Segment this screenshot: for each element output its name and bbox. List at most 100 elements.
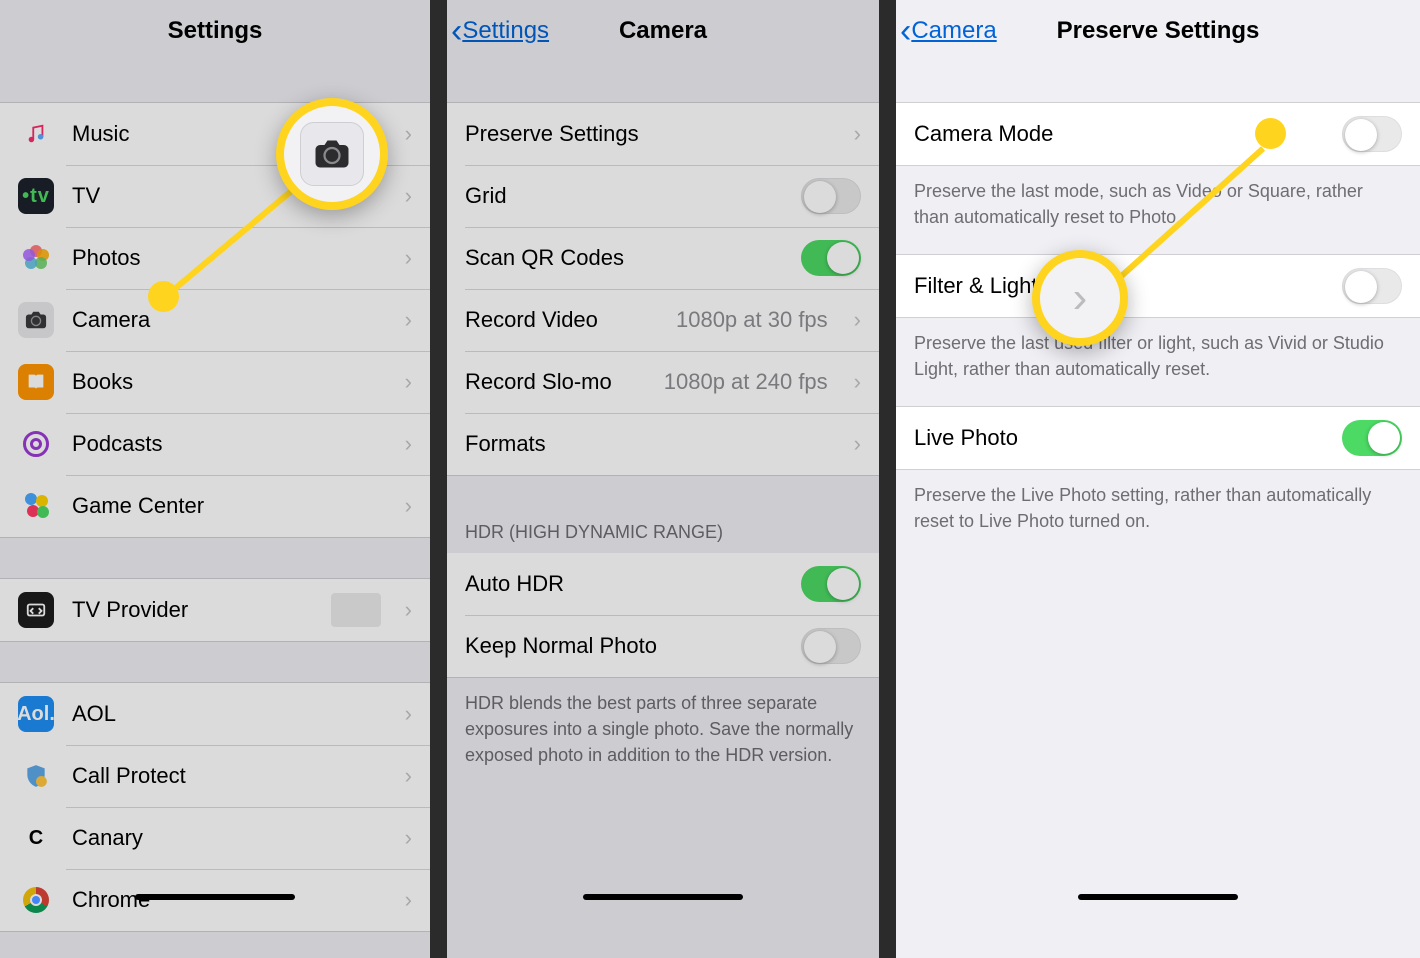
- back-button[interactable]: ‹ Camera: [904, 12, 997, 51]
- row-label: Live Photo: [914, 425, 1324, 451]
- toggle-keep-photo[interactable]: [801, 628, 861, 664]
- row-books[interactable]: Books ›: [0, 351, 430, 413]
- chevron-right-icon: ›: [405, 431, 412, 457]
- chevron-right-icon: ›: [854, 369, 861, 395]
- row-label: Scan QR Codes: [465, 245, 783, 271]
- chevron-right-icon: ›: [405, 763, 412, 789]
- row-grid[interactable]: Grid: [447, 165, 879, 227]
- row-filter-lighting[interactable]: Filter & Lighting: [896, 255, 1420, 317]
- gamecenter-icon: [18, 488, 54, 524]
- row-chrome[interactable]: Chrome ›: [0, 869, 430, 931]
- row-label: Canary: [72, 825, 387, 851]
- camera-mode-footer: Preserve the last mode, such as Video or…: [896, 166, 1420, 230]
- row-scan-qr[interactable]: Scan QR Codes: [447, 227, 879, 289]
- books-icon: [18, 364, 54, 400]
- chevron-right-icon: ›: [405, 825, 412, 851]
- navbar: Settings: [0, 0, 430, 62]
- toggle-camera-mode[interactable]: [1342, 116, 1402, 152]
- settings-panel: Settings Music › •tv TV ›: [0, 0, 430, 958]
- callout-dot: [148, 281, 179, 312]
- toggle-grid[interactable]: [801, 178, 861, 214]
- row-keep-photo[interactable]: Keep Normal Photo: [447, 615, 879, 677]
- row-label: Record Slo-mo: [465, 369, 646, 395]
- filter-group: Filter & Lighting: [896, 254, 1420, 318]
- hdr-footer: HDR blends the best parts of three separ…: [447, 678, 879, 768]
- chevron-left-icon: ‹: [900, 12, 911, 51]
- row-label: Keep Normal Photo: [465, 633, 783, 659]
- row-label: Record Video: [465, 307, 658, 333]
- provider-thumb: [331, 593, 381, 627]
- chevron-right-icon: ›: [405, 887, 412, 913]
- camera-panel: ‹ Settings Camera Preserve Settings › Gr…: [447, 0, 879, 958]
- row-label: Auto HDR: [465, 571, 783, 597]
- row-label: Game Center: [72, 493, 387, 519]
- row-label: Call Protect: [72, 763, 387, 789]
- row-live-photo[interactable]: Live Photo: [896, 407, 1420, 469]
- row-record-slomo[interactable]: Record Slo-mo 1080p at 240 fps ›: [447, 351, 879, 413]
- callout-chevron: ›: [1032, 250, 1128, 346]
- hdr-group: Auto HDR Keep Normal Photo: [447, 553, 879, 678]
- row-preserve-settings[interactable]: Preserve Settings ›: [447, 103, 879, 165]
- row-label: Chrome: [72, 887, 387, 913]
- livephoto-group: Live Photo: [896, 406, 1420, 470]
- tv-icon: •tv: [18, 178, 54, 214]
- chevron-right-icon: ›: [1073, 273, 1088, 323]
- row-auto-hdr[interactable]: Auto HDR: [447, 553, 879, 615]
- navbar: ‹ Camera Preserve Settings: [896, 0, 1420, 62]
- chevron-right-icon: ›: [854, 121, 861, 147]
- music-icon: [18, 116, 54, 152]
- row-label: TV Provider: [72, 597, 313, 623]
- row-callprotect[interactable]: Call Protect ›: [0, 745, 430, 807]
- camera-app-icon: [300, 122, 364, 186]
- home-indicator[interactable]: [1078, 894, 1238, 900]
- row-value: 1080p at 30 fps: [676, 307, 828, 333]
- podcasts-icon: [18, 426, 54, 462]
- row-podcasts[interactable]: Podcasts ›: [0, 413, 430, 475]
- chevron-right-icon: ›: [405, 701, 412, 727]
- toggle-live-photo[interactable]: [1342, 420, 1402, 456]
- callprotect-icon: [18, 758, 54, 794]
- toggle-auto-hdr[interactable]: [801, 566, 861, 602]
- row-gamecenter[interactable]: Game Center ›: [0, 475, 430, 537]
- preserve-panel: ‹ Camera Preserve Settings Camera Mode P…: [896, 0, 1420, 958]
- chevron-right-icon: ›: [854, 431, 861, 457]
- tvprovider-group: TV Provider ›: [0, 578, 430, 642]
- chevron-right-icon: ›: [405, 183, 412, 209]
- hdr-header: HDR (HIGH DYNAMIC RANGE): [447, 476, 879, 553]
- row-record-video[interactable]: Record Video 1080p at 30 fps ›: [447, 289, 879, 351]
- aol-icon: Aol.: [18, 696, 54, 732]
- filter-footer: Preserve the last used filter or light, …: [896, 318, 1420, 382]
- row-label: Photos: [72, 245, 387, 271]
- home-indicator[interactable]: [583, 894, 743, 900]
- back-button[interactable]: ‹ Settings: [455, 12, 549, 51]
- row-camera-mode[interactable]: Camera Mode: [896, 103, 1420, 165]
- chevron-left-icon: ‹: [451, 12, 462, 51]
- chevron-right-icon: ›: [854, 307, 861, 333]
- row-label: Preserve Settings: [465, 121, 836, 147]
- livephoto-footer: Preserve the Live Photo setting, rather …: [896, 470, 1420, 534]
- back-label: Settings: [462, 17, 549, 45]
- row-formats[interactable]: Formats ›: [447, 413, 879, 475]
- toggle-filter[interactable]: [1342, 268, 1402, 304]
- row-value: 1080p at 240 fps: [664, 369, 828, 395]
- page-title: Settings: [168, 17, 263, 45]
- camera-group: Preserve Settings › Grid Scan QR Codes R…: [447, 102, 879, 476]
- camera-icon: [18, 302, 54, 338]
- chevron-right-icon: ›: [405, 493, 412, 519]
- page-title: Camera: [619, 17, 707, 45]
- row-label: Podcasts: [72, 431, 387, 457]
- toggle-qr[interactable]: [801, 240, 861, 276]
- chevron-right-icon: ›: [405, 597, 412, 623]
- chevron-right-icon: ›: [405, 245, 412, 271]
- row-tvprovider[interactable]: TV Provider ›: [0, 579, 430, 641]
- row-label: Grid: [465, 183, 783, 209]
- row-canary[interactable]: C Canary ›: [0, 807, 430, 869]
- back-label: Camera: [911, 17, 996, 45]
- callout-dot: [1255, 118, 1286, 149]
- row-camera[interactable]: Camera ›: [0, 289, 430, 351]
- row-label: Formats: [465, 431, 836, 457]
- home-indicator[interactable]: [135, 894, 295, 900]
- page-title: Preserve Settings: [1057, 17, 1260, 45]
- row-aol[interactable]: Aol. AOL ›: [0, 683, 430, 745]
- navbar: ‹ Settings Camera: [447, 0, 879, 62]
